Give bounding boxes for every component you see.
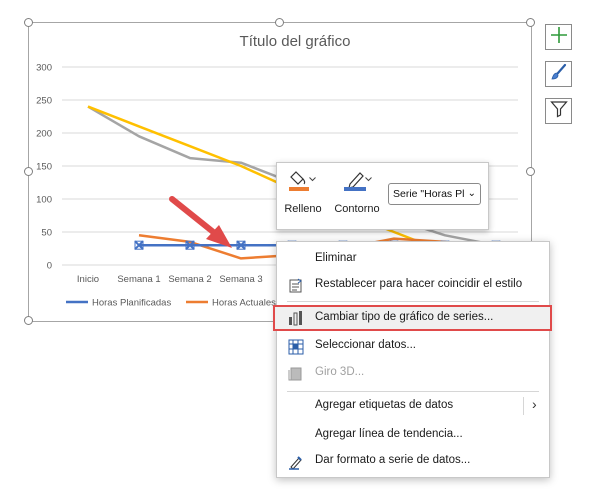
- y-tick-label: 250: [36, 96, 52, 107]
- legend-entry: Horas Planificadas: [92, 298, 171, 309]
- outline-button[interactable]: Contorno: [328, 169, 386, 215]
- menu-item-label: Agregar línea de tendencia...: [315, 428, 463, 440]
- menu-item-reset-style[interactable]: Restablecer para hacer coincidir el esti…: [277, 274, 549, 298]
- menu-item-3d-rotation: Giro 3D...: [277, 362, 549, 386]
- series-selector[interactable]: Serie "Horas Pl ⌄: [388, 183, 481, 205]
- menu-item-label: Giro 3D...: [315, 366, 365, 378]
- y-tick-label: 50: [41, 228, 52, 239]
- brush-icon: [550, 63, 568, 86]
- chart-styles-button[interactable]: [545, 61, 572, 87]
- fill-label: Relleno: [284, 203, 322, 215]
- x-tick-label: Semana 1: [117, 274, 160, 285]
- pen-outline-icon: [338, 168, 376, 195]
- menu-item-add-trendline[interactable]: Agregar línea de tendencia...: [277, 424, 549, 448]
- y-tick-label: 100: [36, 195, 52, 206]
- chart-filters-button[interactable]: [545, 98, 572, 124]
- menu-separator: [287, 301, 539, 302]
- outline-label: Contorno: [334, 203, 380, 215]
- menu-item-label: Eliminar: [315, 252, 357, 264]
- menu-item-select-data[interactable]: Seleccionar datos...: [277, 335, 549, 359]
- menu-item-label: Seleccionar datos...: [315, 339, 417, 351]
- menu-item-label: Agregar etiquetas de datos: [315, 399, 454, 411]
- series-selector-value: Serie "Horas Pl: [393, 188, 465, 200]
- y-tick-label: 150: [36, 162, 52, 173]
- chevron-right-icon: ›: [532, 396, 537, 412]
- paint-bucket-icon: [286, 168, 320, 195]
- chevron-down-icon: ⌄: [467, 188, 476, 199]
- format-series-icon: [288, 454, 304, 470]
- chart-elements-button[interactable]: [545, 24, 572, 50]
- menu-item-delete[interactable]: Eliminar: [277, 248, 549, 272]
- x-tick-label: Semana 2: [168, 274, 211, 285]
- chart-type-icon: [288, 310, 304, 326]
- chart-title[interactable]: Título del gráfico: [0, 33, 590, 50]
- menu-item-label: Dar formato a serie de datos...: [315, 454, 471, 466]
- context-menu: Eliminar Restablecer para hacer coincidi…: [273, 241, 552, 478]
- menu-item-label: Cambiar tipo de gráfico de series...: [315, 311, 494, 323]
- legend-entry: Horas Actuales: [212, 298, 276, 309]
- x-tick-label: Inicio: [77, 274, 99, 285]
- y-tick-label: 0: [47, 261, 52, 272]
- mini-format-toolbar: Relleno Contorno Serie "Horas Pl ⌄: [276, 162, 489, 230]
- menu-separator: [287, 391, 539, 392]
- reset-style-icon: [288, 278, 304, 294]
- plus-icon: [550, 26, 568, 49]
- select-data-icon: [288, 339, 304, 355]
- menu-item-add-data-labels[interactable]: Agregar etiquetas de datos ›: [277, 395, 549, 419]
- rotation-3d-icon: [288, 366, 304, 382]
- x-tick-label: Semana 3: [219, 274, 262, 285]
- menu-item-format-series[interactable]: Dar formato a serie de datos...: [277, 450, 549, 474]
- filter-icon: [549, 100, 568, 123]
- y-tick-label: 200: [36, 129, 52, 140]
- y-tick-label: 300: [36, 63, 52, 74]
- fill-button[interactable]: Relleno: [283, 169, 323, 215]
- menu-item-label: Restablecer para hacer coincidir el esti…: [315, 278, 523, 290]
- submenu-divider: [523, 397, 524, 415]
- menu-item-change-chart-type[interactable]: Cambiar tipo de gráfico de series...: [273, 305, 552, 331]
